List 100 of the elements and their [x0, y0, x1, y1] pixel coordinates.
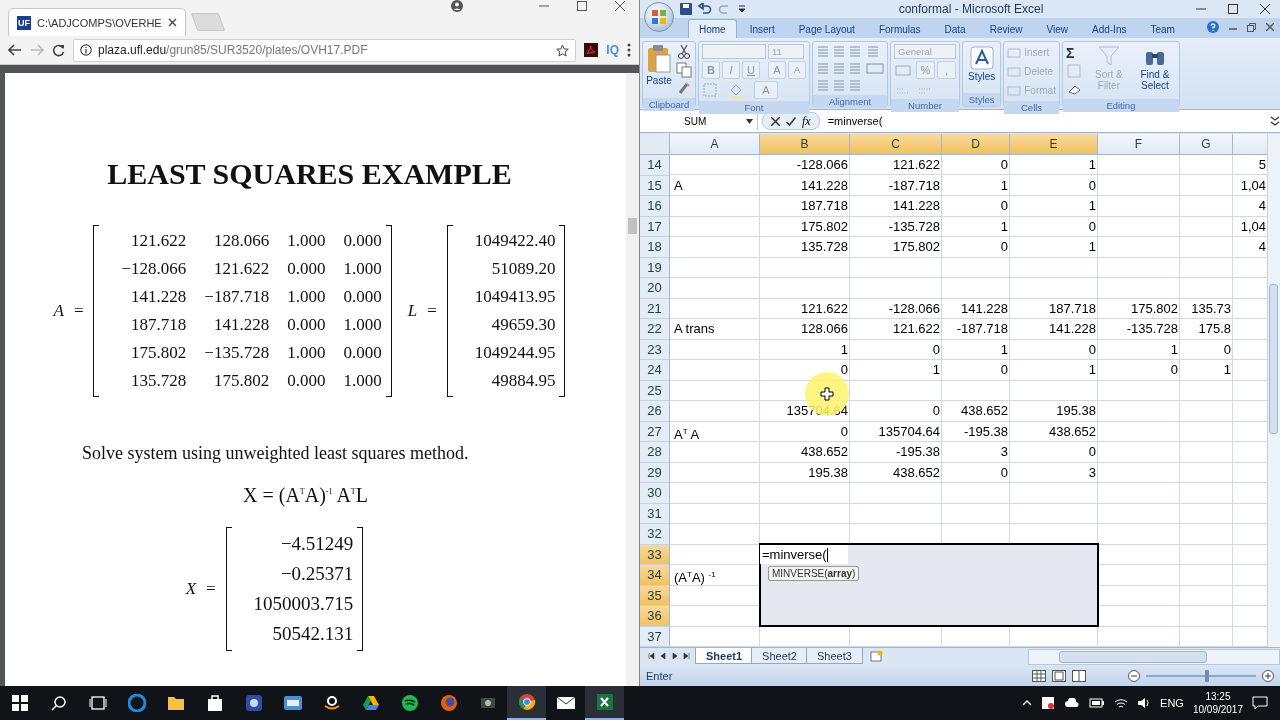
column-header[interactable]: C	[850, 134, 942, 155]
spreadsheet-icon[interactable]	[595, 693, 614, 711]
sheet-nav-icon[interactable]	[646, 652, 655, 660]
help-icon[interactable]	[1207, 21, 1219, 33]
app-icon[interactable]	[244, 694, 263, 712]
cloud-icon[interactable]	[1064, 698, 1081, 708]
windows-icon[interactable]	[11, 695, 28, 711]
pdf-extension-icon[interactable]	[584, 43, 599, 57]
sheet-tab[interactable]: Sheet2	[751, 648, 808, 664]
ribbon-tab[interactable]: View	[1035, 19, 1079, 38]
task-view-icon[interactable]	[88, 696, 107, 710]
folder-icon[interactable]	[166, 695, 185, 711]
check-icon[interactable]	[786, 116, 796, 126]
normal-view-icon[interactable]	[1032, 670, 1046, 682]
browser-icon[interactable]	[439, 694, 458, 712]
app-icon[interactable]	[478, 695, 497, 711]
brush-icon[interactable]	[676, 80, 692, 96]
tray-app-icon[interactable]	[1041, 696, 1056, 710]
name-box[interactable]: SUM	[640, 112, 758, 130]
cancel-icon[interactable]	[771, 116, 780, 126]
ribbon-tab[interactable]: Data	[933, 19, 977, 38]
back-icon[interactable]	[8, 44, 22, 56]
scrollbar[interactable]	[626, 73, 639, 686]
horizontal-scrollbar[interactable]	[1028, 649, 1280, 665]
expand-icon[interactable]	[1270, 115, 1280, 127]
profile-icon[interactable]	[451, 0, 463, 12]
column-header[interactable]: G	[1180, 134, 1233, 155]
row-header[interactable]: 16	[640, 196, 670, 217]
search-icon[interactable]	[50, 695, 67, 711]
row-header[interactable]: 24	[640, 360, 670, 381]
clock-time[interactable]: 13:25	[1205, 690, 1231, 703]
formula-field[interactable]: =minverse(	[823, 112, 1266, 130]
selected-range[interactable]	[759, 543, 1099, 627]
close-icon[interactable]	[168, 18, 177, 27]
row-header[interactable]: 30	[640, 483, 670, 504]
row-header[interactable]: 31	[640, 503, 670, 524]
ribbon-tab[interactable]: Review	[978, 19, 1034, 38]
row-header[interactable]: 32	[640, 524, 670, 545]
scrollbar[interactable]	[1267, 134, 1280, 647]
browser-icon[interactable]	[517, 693, 536, 711]
ribbon-tab[interactable]: Team	[1139, 19, 1186, 38]
insert-function-button[interactable]: fx	[802, 113, 811, 129]
row-header[interactable]: 34	[640, 565, 670, 586]
notification-icon[interactable]	[1252, 696, 1268, 710]
browser-icon[interactable]	[127, 694, 146, 712]
language-indicator[interactable]: ENG	[1160, 697, 1184, 709]
row-header[interactable]: 37	[640, 626, 670, 647]
copy-icon[interactable]	[676, 62, 692, 78]
row-header[interactable]: 29	[640, 462, 670, 483]
sheet-nav-icon[interactable]	[682, 652, 691, 660]
ribbon-tab[interactable]: Home	[688, 19, 737, 38]
app-icon[interactable]	[282, 695, 303, 711]
chevron-up-icon[interactable]	[1022, 700, 1033, 706]
column-header[interactable]: B	[760, 134, 850, 155]
ribbon-tab[interactable]: Insert	[738, 19, 786, 38]
column-header[interactable]: D	[942, 134, 1010, 155]
row-header[interactable]: 28	[640, 442, 670, 463]
autosum-button[interactable]: Σ	[1065, 44, 1084, 61]
close-icon[interactable]	[1266, 23, 1274, 31]
customize-icon[interactable]	[738, 4, 746, 14]
zoom-out-icon[interactable]	[1128, 670, 1140, 682]
undo-icon[interactable]	[698, 3, 712, 15]
shopping-bag-icon[interactable]	[206, 694, 223, 712]
circle-icon[interactable]	[400, 694, 419, 712]
row-header[interactable]: 27	[640, 421, 670, 442]
sheet-tab[interactable]: Sheet1	[695, 648, 754, 664]
maximize-icon[interactable]	[1228, 4, 1238, 14]
envelope-icon[interactable]	[555, 696, 576, 710]
zoom-in-icon[interactable]	[1262, 670, 1274, 682]
page-layout-icon[interactable]	[1052, 670, 1066, 682]
editing-button[interactable]: Find & Select	[1133, 44, 1176, 91]
row-header[interactable]: 15	[640, 175, 670, 196]
column-header[interactable]: A	[670, 134, 760, 155]
ribbon-tab[interactable]: Page Layout	[787, 19, 866, 38]
font-name-field[interactable]	[702, 44, 766, 59]
column-header[interactable]: F	[1098, 134, 1180, 155]
save-icon[interactable]	[680, 3, 692, 15]
scissors-icon[interactable]	[676, 44, 692, 60]
page-break-icon[interactable]	[1072, 670, 1086, 682]
row-header[interactable]: 22	[640, 319, 670, 340]
maximize-icon[interactable]	[577, 1, 587, 11]
row-header[interactable]: 18	[640, 237, 670, 258]
app-icon[interactable]	[322, 694, 341, 712]
zoom-thumb[interactable]	[1204, 670, 1209, 682]
row-header[interactable]: 21	[640, 298, 670, 319]
row-header[interactable]: 14	[640, 155, 670, 176]
triangle-icon[interactable]	[361, 695, 380, 711]
row-header[interactable]: 23	[640, 339, 670, 360]
restore-icon[interactable]	[1247, 22, 1256, 32]
reload-icon[interactable]	[52, 43, 65, 57]
styles-button[interactable]: Styles	[966, 44, 998, 84]
row-header[interactable]: 33	[640, 544, 670, 565]
address-field[interactable]: plaza.ufl.edu/grun85/SUR3520/plates/OVH17.PDF	[73, 38, 577, 62]
wifi-icon[interactable]	[1114, 697, 1129, 709]
ribbon-tab[interactable]: Add-Ins	[1081, 19, 1138, 38]
star-icon[interactable]	[556, 43, 570, 57]
row-header[interactable]: 17	[640, 216, 670, 237]
row-header[interactable]: 35	[640, 585, 670, 606]
row-header[interactable]: 36	[640, 606, 670, 627]
sheet-tab[interactable]: Sheet3	[805, 648, 863, 664]
